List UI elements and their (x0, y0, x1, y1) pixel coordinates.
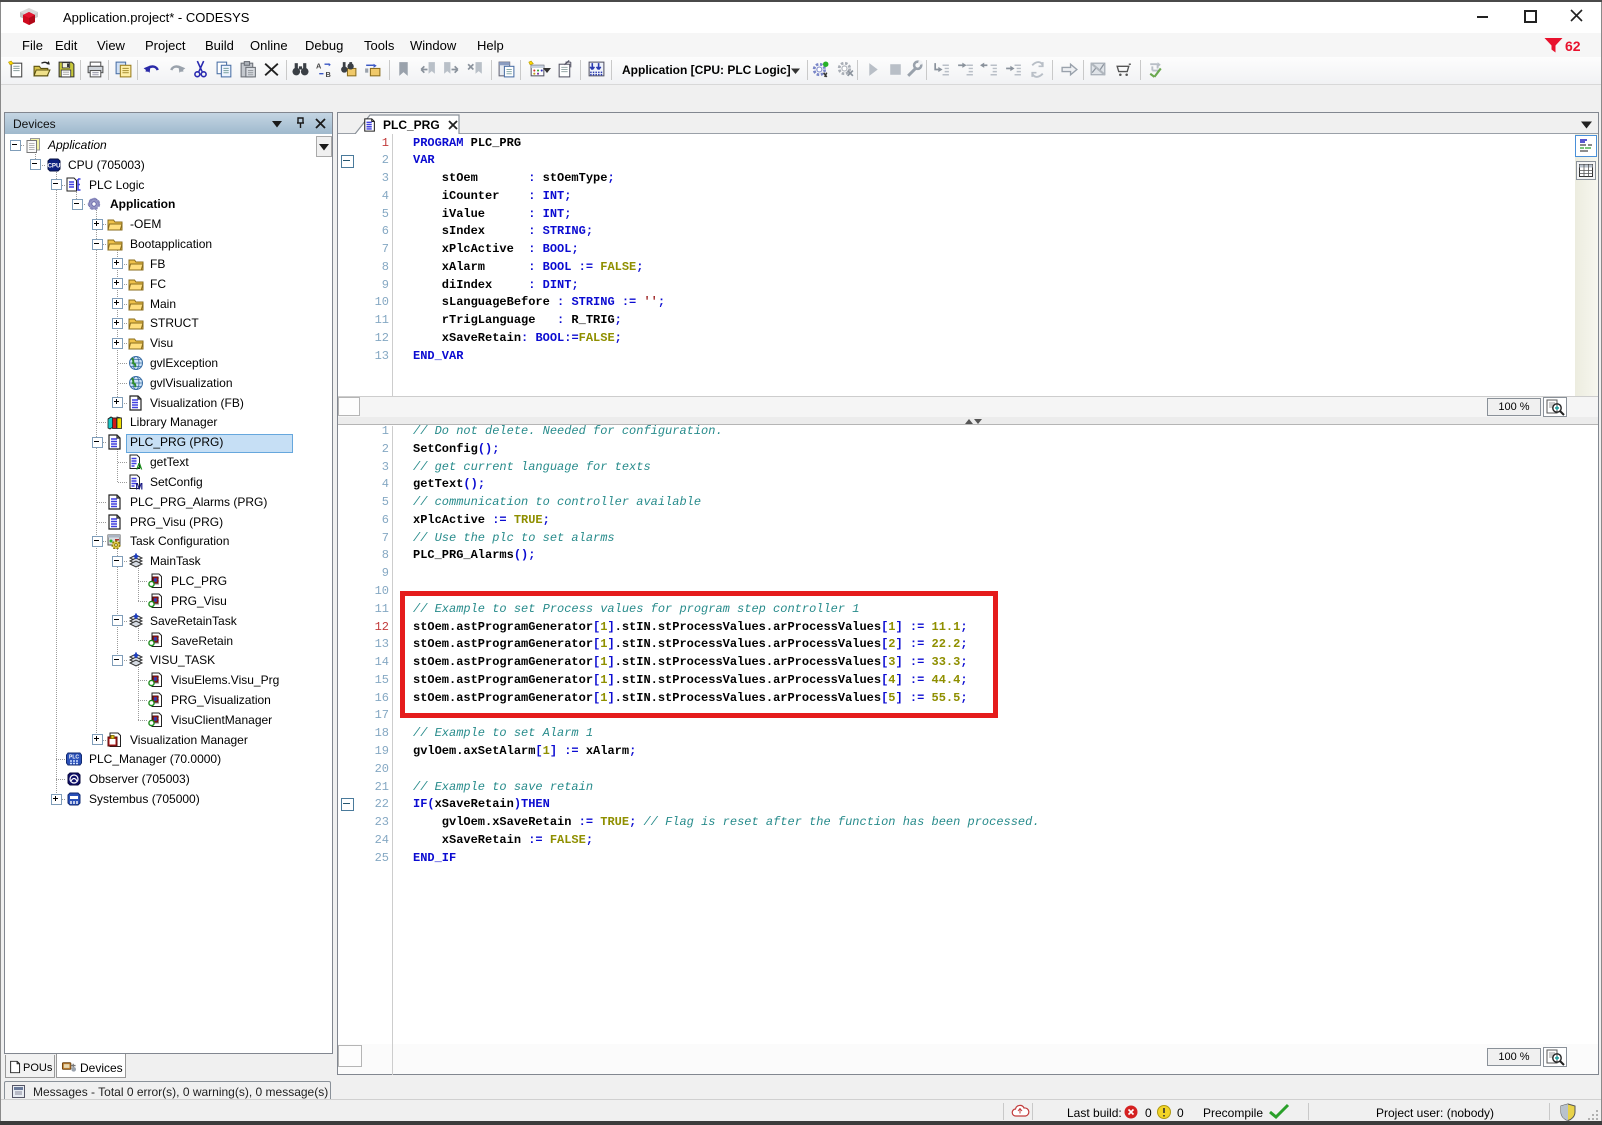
svg-text:A: A (316, 61, 322, 70)
svg-text:B: B (326, 70, 331, 79)
